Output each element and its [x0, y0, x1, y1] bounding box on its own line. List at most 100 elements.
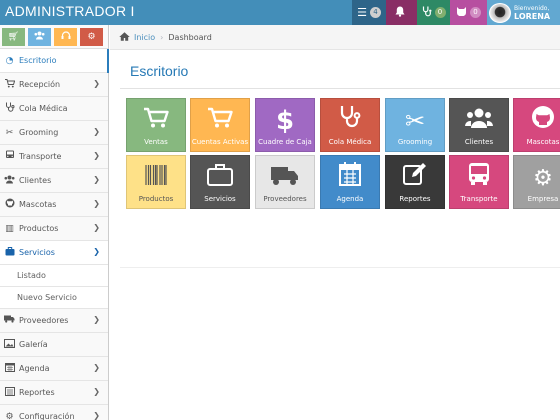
- sidebar-item-grooming[interactable]: ✂ Grooming ❯: [0, 121, 108, 145]
- briefcase-icon: [3, 246, 16, 259]
- sidebar-item-label: Productos: [19, 224, 59, 233]
- truck-icon: [3, 315, 16, 326]
- user-menu[interactable]: Bienvenido, LORENA: [487, 0, 560, 25]
- tasks-icon: ☰: [357, 6, 367, 19]
- tile-label: Cola Médica: [328, 138, 372, 146]
- calendar-icon: [3, 362, 16, 375]
- tile-label: Grooming: [397, 138, 433, 146]
- sidebar-item-label: Agenda: [19, 364, 50, 373]
- tile-mascotas[interactable]: Mascotas: [513, 98, 560, 152]
- cogs-icon: ⚙: [533, 166, 553, 191]
- sidebar-item-label: Configuración: [19, 412, 75, 420]
- tile-cuentas-activas[interactable]: Cuentas Activas: [190, 98, 250, 152]
- avatar: [489, 2, 511, 23]
- cat-icon: [456, 6, 467, 19]
- sidebar-item-mascotas[interactable]: Mascotas ❯: [0, 193, 108, 217]
- tile-label: Clientes: [464, 138, 494, 146]
- tile-label: Productos: [138, 195, 174, 203]
- sidebar-item-label: Recepción: [19, 80, 61, 89]
- sidebar-item-escritorio[interactable]: ◔ Escritorio: [0, 49, 109, 73]
- tile-empresa[interactable]: ⚙ Empresa: [513, 155, 560, 209]
- tile-label: Cuadre de Caja: [258, 138, 312, 146]
- tile-servicios[interactable]: Servicios: [190, 155, 250, 209]
- tasks-badge: 4: [369, 7, 381, 18]
- sidebar-shortcuts: 🛒︎ ⚙: [0, 25, 108, 49]
- pets-dropdown[interactable]: 0: [450, 0, 487, 25]
- tile-grooming[interactable]: ✂ Grooming: [385, 98, 445, 152]
- cart-icon: [3, 78, 16, 91]
- sidebar-item-configuracion[interactable]: ⚙ Configuración ❯: [0, 405, 108, 420]
- chevron-up-icon: ❯: [93, 247, 100, 256]
- tile-reportes[interactable]: Reportes: [385, 155, 445, 209]
- sidebar-item-productos[interactable]: ▥ Productos ❯: [0, 217, 108, 241]
- sidebar: 🛒︎ ⚙ ◔ Escritorio Recepción ❯ Cola Médic…: [0, 25, 109, 420]
- stethoscope-icon: [422, 6, 432, 20]
- stethoscope-icon: [3, 102, 16, 115]
- tile-cola-médica[interactable]: Cola Médica: [320, 98, 380, 152]
- sidebar-item-label: Grooming: [19, 128, 59, 137]
- sidebar-item-recepcion[interactable]: Recepción ❯: [0, 73, 108, 97]
- content-divider: [120, 267, 560, 268]
- navbar: ADMINISTRADOR I ☰ 4 0 0 Bienvenido, LORE…: [0, 0, 560, 25]
- chevron-down-icon: ❯: [93, 387, 100, 396]
- sidebar-item-agenda[interactable]: Agenda ❯: [0, 357, 108, 381]
- tile-label: Agenda: [336, 195, 364, 203]
- sidebar-item-label: Escritorio: [19, 56, 57, 65]
- tile-label: Mascotas: [526, 138, 560, 146]
- breadcrumb-home-link[interactable]: Inicio: [134, 33, 155, 42]
- shortcut-clients-button[interactable]: [28, 28, 51, 46]
- user-name: LORENA: [514, 11, 551, 21]
- users-icon: [465, 107, 493, 134]
- users-icon: [34, 31, 45, 43]
- tile-clientes[interactable]: Clientes: [449, 98, 509, 152]
- chevron-down-icon: ❯: [93, 315, 100, 324]
- shortcut-support-button[interactable]: [54, 28, 77, 46]
- submenu-item-listado[interactable]: Listado: [0, 265, 108, 287]
- submenu-item-nuevo-servicio[interactable]: Nuevo Servicio: [0, 287, 108, 309]
- chevron-down-icon: ❯: [93, 363, 100, 372]
- title-divider: [120, 88, 560, 89]
- sidebar-item-servicios[interactable]: Servicios ❯: [0, 241, 108, 265]
- tile-proveedores[interactable]: Proveedores: [255, 155, 315, 209]
- chevron-down-icon: ❯: [93, 151, 100, 160]
- tile-productos[interactable]: Productos: [126, 155, 186, 209]
- sidebar-item-galeria[interactable]: Galería: [0, 333, 108, 357]
- chevron-down-icon: ❯: [93, 223, 100, 232]
- sidebar-item-label: Proveedores: [19, 316, 69, 325]
- chevron-right-icon: ›: [160, 32, 164, 42]
- tasks-dropdown[interactable]: ☰ 4: [352, 0, 386, 25]
- sidebar-item-transporte[interactable]: Transporte ❯: [0, 145, 108, 169]
- notifications-dropdown[interactable]: [386, 0, 417, 25]
- briefcase-icon: [207, 164, 233, 191]
- cart-icon: [207, 107, 233, 134]
- list-alt-icon: [3, 386, 16, 399]
- shortcut-sales-button[interactable]: 🛒︎: [2, 28, 25, 46]
- sidebar-item-clientes[interactable]: Clientes ❯: [0, 169, 108, 193]
- chevron-down-icon: ❯: [93, 175, 100, 184]
- tile-label: Ventas: [144, 138, 168, 146]
- sidebar-item-label: Transporte: [19, 152, 62, 161]
- sidebar-item-label: Clientes: [19, 176, 52, 185]
- cogs-icon: ⚙: [5, 411, 14, 420]
- shortcut-settings-button[interactable]: ⚙: [80, 28, 103, 46]
- chevron-down-icon: ❯: [93, 411, 100, 420]
- chevron-down-icon: ❯: [93, 79, 100, 88]
- github-cat-icon: [531, 105, 555, 134]
- barcode-icon: [145, 164, 167, 191]
- tile-ventas[interactable]: Ventas: [126, 98, 186, 152]
- sidebar-item-label: Galería: [19, 340, 48, 349]
- sidebar-item-cola-medica[interactable]: Cola Médica: [0, 97, 108, 121]
- tile-cuadre-de-caja[interactable]: $ Cuadre de Caja: [255, 98, 315, 152]
- scissors-icon: ✂: [5, 127, 14, 138]
- headset-icon: [61, 31, 71, 43]
- tile-transporte[interactable]: Transporte: [449, 155, 509, 209]
- sidebar-item-reportes[interactable]: Reportes ❯: [0, 381, 108, 405]
- github-cat-icon: [3, 198, 16, 211]
- users-icon: [3, 175, 16, 187]
- brand-title[interactable]: ADMINISTRADOR I: [5, 3, 135, 19]
- sidebar-item-label: Reportes: [19, 388, 55, 397]
- cart-icon: 🛒︎: [7, 32, 20, 42]
- tile-agenda[interactable]: Agenda: [320, 155, 380, 209]
- sidebar-item-proveedores[interactable]: Proveedores ❯: [0, 309, 108, 333]
- medical-queue-dropdown[interactable]: 0: [417, 0, 450, 25]
